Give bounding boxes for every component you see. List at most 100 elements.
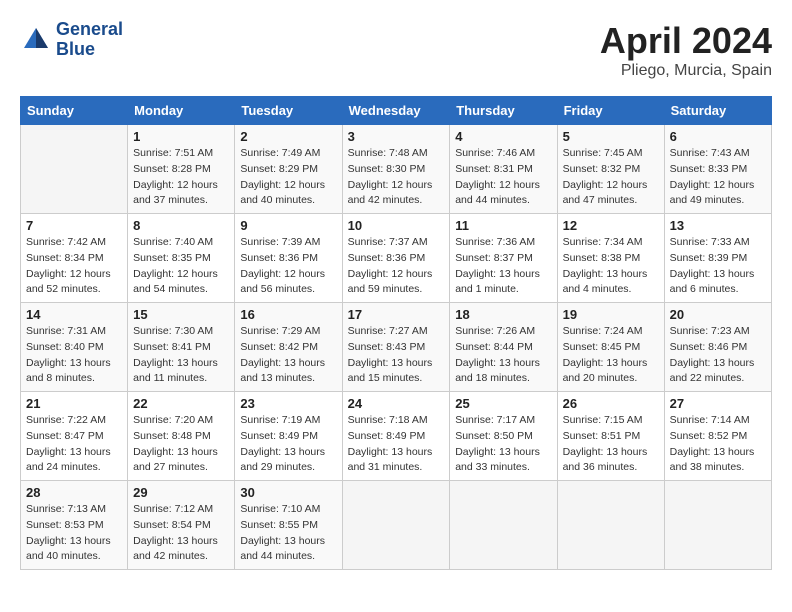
calendar-cell: 27 Sunrise: 7:14 AMSunset: 8:52 PMDayligh… xyxy=(664,392,771,481)
day-number: 12 xyxy=(563,218,659,233)
calendar-cell: 12 Sunrise: 7:34 AMSunset: 8:38 PMDayligh… xyxy=(557,214,664,303)
day-info: Sunrise: 7:14 AMSunset: 8:52 PMDaylight:… xyxy=(670,413,766,476)
day-info: Sunrise: 7:24 AMSunset: 8:45 PMDaylight:… xyxy=(563,324,659,387)
day-number: 13 xyxy=(670,218,766,233)
calendar-cell: 16 Sunrise: 7:29 AMSunset: 8:42 PMDayligh… xyxy=(235,303,342,392)
calendar-cell: 10 Sunrise: 7:37 AMSunset: 8:36 PMDayligh… xyxy=(342,214,450,303)
day-info: Sunrise: 7:20 AMSunset: 8:48 PMDaylight:… xyxy=(133,413,229,476)
logo-text: General Blue xyxy=(56,20,123,60)
calendar-cell: 22 Sunrise: 7:20 AMSunset: 8:48 PMDayligh… xyxy=(128,392,235,481)
day-info: Sunrise: 7:43 AMSunset: 8:33 PMDaylight:… xyxy=(670,146,766,209)
day-number: 28 xyxy=(26,485,122,500)
day-info: Sunrise: 7:22 AMSunset: 8:47 PMDaylight:… xyxy=(26,413,122,476)
calendar-cell: 8 Sunrise: 7:40 AMSunset: 8:35 PMDaylight… xyxy=(128,214,235,303)
day-info: Sunrise: 7:19 AMSunset: 8:49 PMDaylight:… xyxy=(240,413,336,476)
day-number: 20 xyxy=(670,307,766,322)
calendar-week-row: 28 Sunrise: 7:13 AMSunset: 8:53 PMDayligh… xyxy=(21,481,772,570)
calendar-cell: 13 Sunrise: 7:33 AMSunset: 8:39 PMDayligh… xyxy=(664,214,771,303)
day-number: 27 xyxy=(670,396,766,411)
day-info: Sunrise: 7:27 AMSunset: 8:43 PMDaylight:… xyxy=(348,324,445,387)
calendar-cell: 18 Sunrise: 7:26 AMSunset: 8:44 PMDayligh… xyxy=(450,303,557,392)
calendar-cell: 2 Sunrise: 7:49 AMSunset: 8:29 PMDaylight… xyxy=(235,125,342,214)
calendar-cell: 14Sunrise: 7:31 AMSunset: 8:40 PMDayligh… xyxy=(21,303,128,392)
day-number: 24 xyxy=(348,396,445,411)
day-number: 3 xyxy=(348,129,445,144)
day-info: Sunrise: 7:18 AMSunset: 8:49 PMDaylight:… xyxy=(348,413,445,476)
day-number: 10 xyxy=(348,218,445,233)
day-number: 30 xyxy=(240,485,336,500)
day-info: Sunrise: 7:34 AMSunset: 8:38 PMDaylight:… xyxy=(563,235,659,298)
day-info: Sunrise: 7:29 AMSunset: 8:42 PMDaylight:… xyxy=(240,324,336,387)
calendar-cell: 11 Sunrise: 7:36 AMSunset: 8:37 PMDayligh… xyxy=(450,214,557,303)
day-number: 1 xyxy=(133,129,229,144)
calendar-cell: 3 Sunrise: 7:48 AMSunset: 8:30 PMDaylight… xyxy=(342,125,450,214)
day-info: Sunrise: 7:10 AMSunset: 8:55 PMDaylight:… xyxy=(240,502,336,565)
day-number: 11 xyxy=(455,218,551,233)
day-info: Sunrise: 7:51 AMSunset: 8:28 PMDaylight:… xyxy=(133,146,229,209)
day-number: 7 xyxy=(26,218,122,233)
day-number: 2 xyxy=(240,129,336,144)
calendar-cell xyxy=(557,481,664,570)
day-number: 26 xyxy=(563,396,659,411)
day-info: Sunrise: 7:42 AMSunset: 8:34 PMDaylight:… xyxy=(26,235,122,298)
day-info: Sunrise: 7:30 AMSunset: 8:41 PMDaylight:… xyxy=(133,324,229,387)
day-header: Tuesday xyxy=(235,97,342,125)
day-number: 4 xyxy=(455,129,551,144)
header-row: SundayMondayTuesdayWednesdayThursdayFrid… xyxy=(21,97,772,125)
day-header: Friday xyxy=(557,97,664,125)
day-number: 19 xyxy=(563,307,659,322)
day-info: Sunrise: 7:12 AMSunset: 8:54 PMDaylight:… xyxy=(133,502,229,565)
day-info: Sunrise: 7:39 AMSunset: 8:36 PMDaylight:… xyxy=(240,235,336,298)
calendar-cell: 6 Sunrise: 7:43 AMSunset: 8:33 PMDaylight… xyxy=(664,125,771,214)
calendar-week-row: 14Sunrise: 7:31 AMSunset: 8:40 PMDayligh… xyxy=(21,303,772,392)
day-info: Sunrise: 7:36 AMSunset: 8:37 PMDaylight:… xyxy=(455,235,551,298)
day-number: 21 xyxy=(26,396,122,411)
calendar-cell: 17Sunrise: 7:27 AMSunset: 8:43 PMDayligh… xyxy=(342,303,450,392)
day-number: 6 xyxy=(670,129,766,144)
day-info: Sunrise: 7:37 AMSunset: 8:36 PMDaylight:… xyxy=(348,235,445,298)
calendar-cell: 20 Sunrise: 7:23 AMSunset: 8:46 PMDayligh… xyxy=(664,303,771,392)
day-info: Sunrise: 7:15 AMSunset: 8:51 PMDaylight:… xyxy=(563,413,659,476)
calendar-cell xyxy=(342,481,450,570)
calendar-cell: 9Sunrise: 7:39 AMSunset: 8:36 PMDaylight… xyxy=(235,214,342,303)
calendar-cell xyxy=(450,481,557,570)
calendar-cell: 7 Sunrise: 7:42 AMSunset: 8:34 PMDaylight… xyxy=(21,214,128,303)
calendar-cell: 28 Sunrise: 7:13 AMSunset: 8:53 PMDayligh… xyxy=(21,481,128,570)
day-number: 8 xyxy=(133,218,229,233)
day-header: Sunday xyxy=(21,97,128,125)
day-number: 29 xyxy=(133,485,229,500)
calendar-week-row: 7 Sunrise: 7:42 AMSunset: 8:34 PMDaylight… xyxy=(21,214,772,303)
day-number: 18 xyxy=(455,307,551,322)
calendar-week-row: 1 Sunrise: 7:51 AMSunset: 8:28 PMDaylight… xyxy=(21,125,772,214)
calendar-week-row: 21 Sunrise: 7:22 AMSunset: 8:47 PMDayligh… xyxy=(21,392,772,481)
title-block: April 2024 Pliego, Murcia, Spain xyxy=(600,20,772,80)
day-info: Sunrise: 7:48 AMSunset: 8:30 PMDaylight:… xyxy=(348,146,445,209)
day-number: 23 xyxy=(240,396,336,411)
calendar-cell: 5 Sunrise: 7:45 AMSunset: 8:32 PMDaylight… xyxy=(557,125,664,214)
day-info: Sunrise: 7:26 AMSunset: 8:44 PMDaylight:… xyxy=(455,324,551,387)
logo: General Blue xyxy=(20,20,123,60)
calendar-cell: 23 Sunrise: 7:19 AMSunset: 8:49 PMDayligh… xyxy=(235,392,342,481)
day-info: Sunrise: 7:33 AMSunset: 8:39 PMDaylight:… xyxy=(670,235,766,298)
day-info: Sunrise: 7:46 AMSunset: 8:31 PMDaylight:… xyxy=(455,146,551,209)
day-info: Sunrise: 7:49 AMSunset: 8:29 PMDaylight:… xyxy=(240,146,336,209)
calendar-cell: 30 Sunrise: 7:10 AMSunset: 8:55 PMDayligh… xyxy=(235,481,342,570)
month-year: April 2024 xyxy=(600,20,772,62)
calendar-cell: 24 Sunrise: 7:18 AMSunset: 8:49 PMDayligh… xyxy=(342,392,450,481)
day-info: Sunrise: 7:40 AMSunset: 8:35 PMDaylight:… xyxy=(133,235,229,298)
day-header: Saturday xyxy=(664,97,771,125)
day-number: 25 xyxy=(455,396,551,411)
day-header: Wednesday xyxy=(342,97,450,125)
calendar-cell: 1 Sunrise: 7:51 AMSunset: 8:28 PMDaylight… xyxy=(128,125,235,214)
day-header: Thursday xyxy=(450,97,557,125)
logo-icon xyxy=(20,24,52,56)
day-info: Sunrise: 7:45 AMSunset: 8:32 PMDaylight:… xyxy=(563,146,659,209)
day-info: Sunrise: 7:23 AMSunset: 8:46 PMDaylight:… xyxy=(670,324,766,387)
calendar-cell: 19 Sunrise: 7:24 AMSunset: 8:45 PMDayligh… xyxy=(557,303,664,392)
day-number: 14 xyxy=(26,307,122,322)
location: Pliego, Murcia, Spain xyxy=(600,62,772,80)
day-number: 5 xyxy=(563,129,659,144)
day-number: 22 xyxy=(133,396,229,411)
day-number: 16 xyxy=(240,307,336,322)
day-info: Sunrise: 7:13 AMSunset: 8:53 PMDaylight:… xyxy=(26,502,122,565)
